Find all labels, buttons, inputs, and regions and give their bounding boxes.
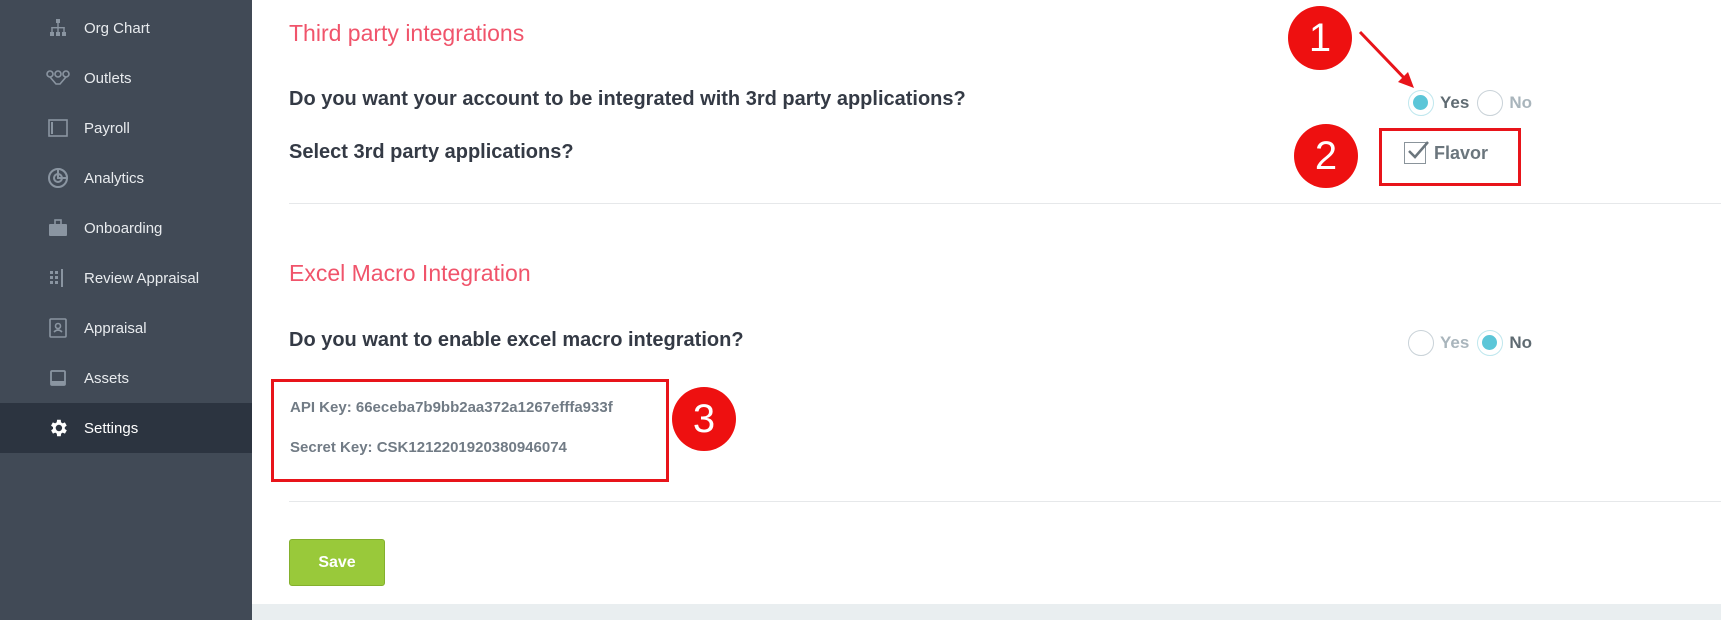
footer-band: [252, 604, 1721, 620]
annotation-badge-3: 3: [672, 387, 736, 451]
radio-button-checked[interactable]: [1477, 330, 1504, 356]
assets-icon: [46, 367, 70, 389]
sidebar-item-appraisal[interactable]: Appraisal: [0, 303, 252, 353]
org-chart-icon: [46, 17, 70, 39]
sidebar-item-label: Onboarding: [84, 219, 163, 237]
annotation-badge-1: 1: [1288, 6, 1352, 70]
section-divider: [289, 203, 1721, 204]
select-apps-question: Select 3rd party applications?: [289, 141, 574, 163]
outlets-icon: [46, 67, 70, 89]
third-party-question: Do you want your account to be integrate…: [289, 88, 966, 110]
third-party-radio-group: Yes No: [1408, 90, 1540, 116]
sidebar-item-label: Payroll: [84, 119, 130, 137]
annotation-badge-2: 2: [1294, 124, 1358, 188]
excel-macro-question: Do you want to enable excel macro integr…: [289, 329, 744, 351]
annotation-box-flavor: [1379, 128, 1521, 186]
radio-label-no: No: [1509, 93, 1532, 112]
sidebar-item-org-chart[interactable]: Org Chart: [0, 3, 252, 53]
section-divider: [289, 501, 1721, 502]
sidebar-item-label: Settings: [84, 419, 139, 437]
sidebar: Org Chart Outlets Payroll Analytics Onbo…: [0, 0, 252, 620]
sidebar-item-payroll[interactable]: Payroll: [0, 103, 252, 153]
briefcase-icon: [46, 217, 70, 239]
radio-label-yes: Yes: [1440, 93, 1470, 112]
appraisal-icon: [46, 317, 70, 339]
sidebar-item-label: Assets: [84, 369, 130, 387]
review-appraisal-icon: [46, 267, 70, 289]
gear-icon: [46, 417, 70, 439]
sidebar-item-label: Analytics: [84, 169, 145, 187]
sidebar-item-review-appraisal[interactable]: Review Appraisal: [0, 253, 252, 303]
sidebar-item-settings[interactable]: Settings: [0, 403, 252, 453]
sidebar-item-label: Review Appraisal: [84, 269, 200, 287]
excel-macro-section-title: Excel Macro Integration: [289, 260, 531, 286]
sidebar-item-outlets[interactable]: Outlets: [0, 53, 252, 103]
annotation-box-keys: [271, 379, 669, 482]
save-button[interactable]: Save: [289, 539, 385, 586]
third-party-section-title: Third party integrations: [289, 20, 525, 46]
sidebar-item-label: Appraisal: [84, 319, 147, 337]
analytics-icon: [46, 167, 70, 189]
excel-macro-no-radio[interactable]: No: [1477, 330, 1532, 356]
sidebar-item-assets[interactable]: Assets: [0, 353, 252, 403]
payroll-icon: [46, 117, 70, 139]
sidebar-item-onboarding[interactable]: Onboarding: [0, 203, 252, 253]
sidebar-item-label: Outlets: [84, 69, 132, 87]
radio-button-unchecked[interactable]: [1477, 90, 1504, 116]
third-party-no-radio[interactable]: No: [1477, 90, 1532, 116]
excel-macro-radio-group: Yes No: [1408, 330, 1540, 356]
radio-label-no: No: [1509, 333, 1532, 352]
sidebar-item-label: Org Chart: [84, 19, 150, 37]
annotation-arrow-icon: [1358, 30, 1414, 88]
excel-macro-yes-radio[interactable]: Yes: [1408, 330, 1469, 356]
radio-label-yes: Yes: [1440, 333, 1470, 352]
radio-button-unchecked[interactable]: [1408, 330, 1434, 356]
sidebar-item-analytics[interactable]: Analytics: [0, 153, 252, 203]
